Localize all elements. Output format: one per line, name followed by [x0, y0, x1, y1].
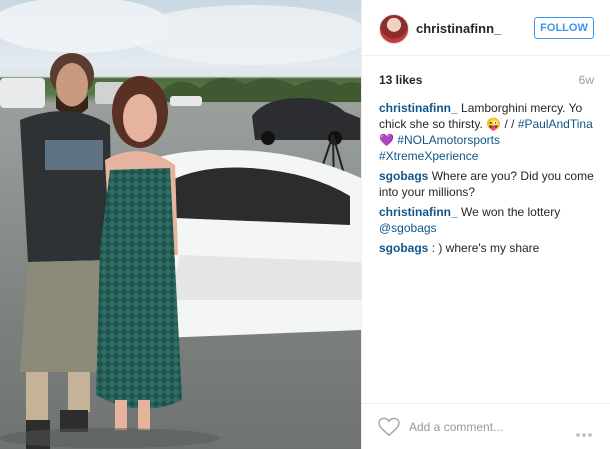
hashtag[interactable]: #XtremeXperience — [379, 149, 478, 163]
comment-username[interactable]: sgobags — [379, 241, 428, 255]
more-options-icon[interactable] — [576, 424, 596, 437]
comment-text: : ) where's my share — [431, 241, 540, 255]
comment-username[interactable]: sgobags — [379, 169, 428, 183]
follow-button[interactable]: FOLLOW — [534, 17, 594, 39]
heart-icon[interactable] — [378, 417, 400, 437]
post-header: christinafinn_ FOLLOW — [362, 0, 610, 56]
add-comment-input[interactable]: Add a comment... — [409, 420, 503, 434]
photo-illustration — [0, 0, 361, 449]
emoji: 😜 — [486, 117, 502, 131]
comment-list: christinafinn_ Lamborghini mercy. Yo chi… — [379, 100, 594, 260]
caption-separator: / / — [504, 117, 515, 131]
post-panel: christinafinn_ FOLLOW 13 likes 6w christ… — [361, 0, 610, 449]
comment: christinafinn_ We won the lottery @sgoba… — [379, 204, 594, 236]
comment-username[interactable]: christinafinn_ — [379, 205, 458, 219]
post-photo[interactable] — [0, 0, 361, 449]
likes-count[interactable]: 13 likes — [379, 73, 422, 87]
caption: christinafinn_ Lamborghini mercy. Yo chi… — [379, 100, 594, 164]
post-age[interactable]: 6w — [579, 73, 594, 87]
username[interactable]: christinafinn_ — [416, 21, 501, 36]
avatar[interactable] — [379, 14, 409, 44]
hashtag[interactable]: #PaulAndTina — [518, 117, 593, 131]
comment-username[interactable]: christinafinn_ — [379, 101, 458, 115]
post-footer: Add a comment... — [362, 403, 610, 449]
emoji: 💜 — [379, 133, 394, 147]
mention-link[interactable]: @sgobags — [379, 221, 437, 235]
comment: sgobags Where are you? Did you come into… — [379, 168, 594, 200]
comment: sgobags : ) where's my share — [379, 240, 594, 256]
comment-text: We won the lottery — [461, 205, 561, 219]
hashtag[interactable]: #NOLAmotorsports — [397, 133, 500, 147]
